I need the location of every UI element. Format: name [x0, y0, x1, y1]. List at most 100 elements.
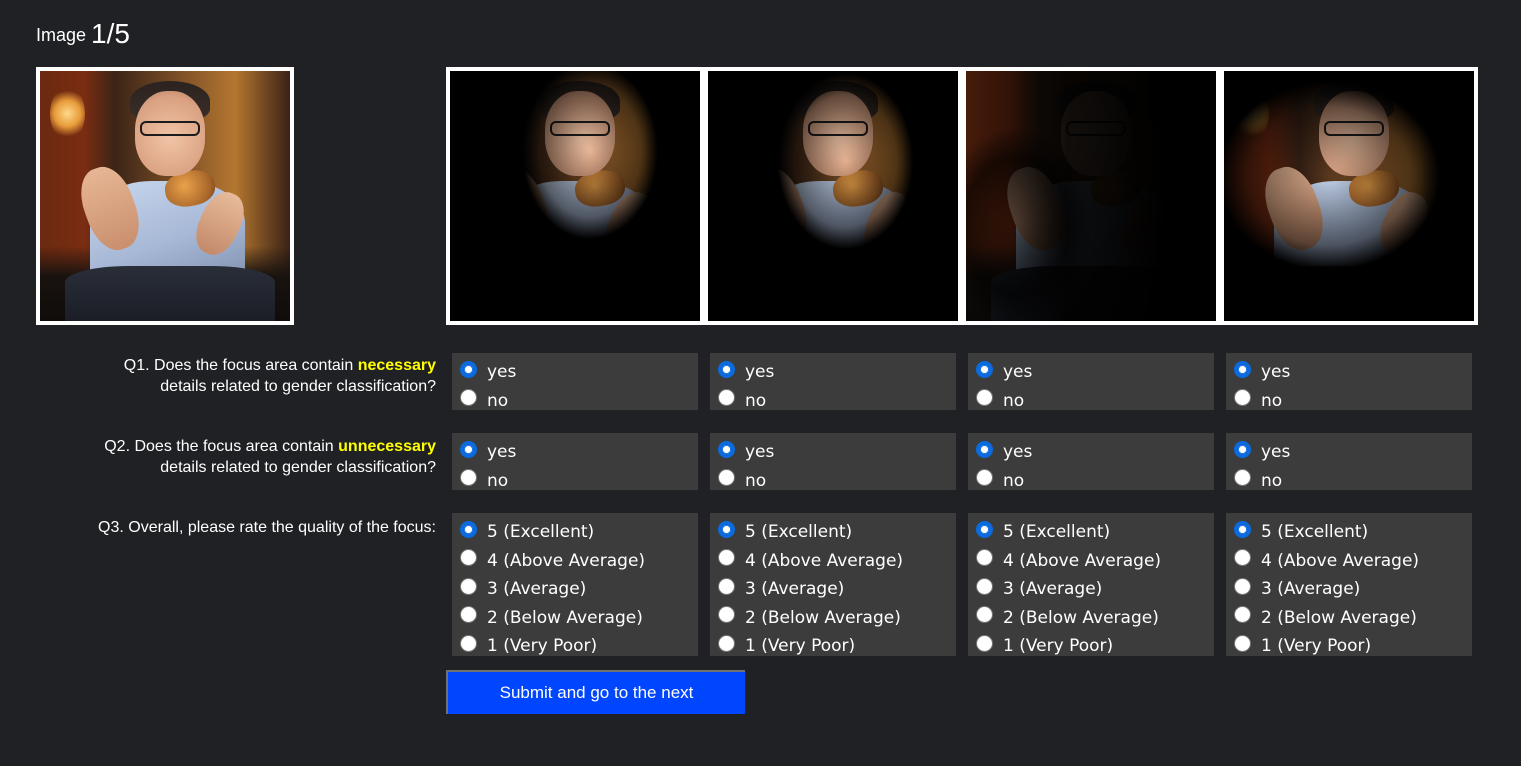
option-label: 4 (Above Average)	[1261, 550, 1420, 571]
radio-button[interactable]	[718, 389, 735, 407]
radio-button[interactable]	[976, 577, 993, 595]
radio-button[interactable]	[460, 469, 477, 487]
q3-option-1-map-2[interactable]: 5 (Excellent)	[718, 518, 956, 547]
q3-options-map-1: 5 (Excellent) 4 (Above Average) 3 (Average…	[452, 513, 698, 656]
radio-button[interactable]	[1234, 520, 1251, 538]
option-label: 5 (Excellent)	[1261, 522, 1369, 543]
image-counter-prefix: Image	[36, 25, 87, 45]
radio-button[interactable]	[1234, 549, 1251, 567]
radio-button[interactable]	[976, 389, 993, 407]
radio-button[interactable]	[460, 549, 477, 567]
submit-button[interactable]: Submit and go to the next	[446, 670, 745, 714]
radio-button[interactable]	[718, 360, 735, 378]
q2-options-map-3: yes no	[968, 433, 1214, 491]
radio-button[interactable]	[976, 549, 993, 567]
q3-option-4-map-4[interactable]: 2 (Below Average)	[1234, 604, 1472, 633]
option-label: 1 (Very Poor)	[1261, 636, 1372, 657]
option-label: 5 (Excellent)	[487, 522, 595, 543]
radio-button[interactable]	[460, 577, 477, 595]
radio-button[interactable]	[718, 520, 735, 538]
q3-option-2-map-4[interactable]: 4 (Above Average)	[1234, 547, 1472, 576]
option-label: 5 (Excellent)	[1003, 522, 1111, 543]
radio-button[interactable]	[976, 520, 993, 538]
radio-button[interactable]	[1234, 360, 1251, 378]
option-label: 1 (Very Poor)	[1003, 636, 1114, 657]
option-label: yes	[487, 362, 517, 383]
radio-button[interactable]	[718, 549, 735, 567]
radio-button[interactable]	[1234, 634, 1251, 652]
option-label: 2 (Below Average)	[745, 607, 901, 628]
q3-option-2-map-3[interactable]: 4 (Above Average)	[976, 547, 1214, 576]
radio-button[interactable]	[460, 360, 477, 378]
q3-option-3-map-2[interactable]: 3 (Average)	[718, 575, 956, 604]
radio-button[interactable]	[976, 469, 993, 487]
option-label: no	[1003, 470, 1025, 491]
q2-option-1-map-3[interactable]: yes	[976, 438, 1214, 467]
q1-options-map-3: yes no	[968, 353, 1214, 411]
radio-button[interactable]	[1234, 606, 1251, 624]
q2-option-2-map-2[interactable]: no	[718, 467, 956, 496]
q3-option-1-map-1[interactable]: 5 (Excellent)	[460, 518, 698, 547]
q1-option-2-map-4[interactable]: no	[1234, 387, 1472, 416]
radio-button[interactable]	[718, 469, 735, 487]
q1-option-1-map-4[interactable]: yes	[1234, 358, 1472, 387]
radio-button[interactable]	[1234, 577, 1251, 595]
q3-option-4-map-1[interactable]: 2 (Below Average)	[460, 604, 698, 633]
q1-option-1-map-1[interactable]: yes	[460, 358, 698, 387]
q3-option-3-map-1[interactable]: 3 (Average)	[460, 575, 698, 604]
option-label: yes	[1003, 362, 1033, 383]
q2-options-map-1: yes no	[452, 433, 698, 491]
q3-option-5-map-3[interactable]: 1 (Very Poor)	[976, 632, 1214, 661]
radio-button[interactable]	[460, 520, 477, 538]
q1-label: Q1. Does the focus area contain necessar…	[36, 355, 436, 397]
option-label: no	[487, 390, 509, 411]
q3-option-5-map-1[interactable]: 1 (Very Poor)	[460, 632, 698, 661]
q2-option-2-map-4[interactable]: no	[1234, 467, 1472, 496]
q2-option-2-map-3[interactable]: no	[976, 467, 1214, 496]
q3-option-4-map-3[interactable]: 2 (Below Average)	[976, 604, 1214, 633]
option-label: 1 (Very Poor)	[487, 636, 598, 657]
radio-button[interactable]	[718, 606, 735, 624]
q2-prefix: Q2. Does the focus area contain	[104, 438, 339, 455]
q2-option-1-map-2[interactable]: yes	[718, 438, 956, 467]
radio-button[interactable]	[1234, 469, 1251, 487]
q2-option-1-map-1[interactable]: yes	[460, 438, 698, 467]
option-label: 3 (Average)	[487, 579, 587, 600]
q3-option-2-map-2[interactable]: 4 (Above Average)	[718, 547, 956, 576]
q2-highlight: unnecessary	[338, 438, 436, 455]
radio-button[interactable]	[1234, 440, 1251, 458]
q1-option-1-map-3[interactable]: yes	[976, 358, 1214, 387]
radio-button[interactable]	[976, 606, 993, 624]
option-label: 3 (Average)	[1261, 579, 1361, 600]
radio-button[interactable]	[976, 634, 993, 652]
radio-button[interactable]	[460, 606, 477, 624]
radio-button[interactable]	[1234, 389, 1251, 407]
radio-button[interactable]	[976, 440, 993, 458]
q3-prefix: Q3. Overall, please rate the quality of …	[98, 519, 436, 536]
q3-option-4-map-2[interactable]: 2 (Below Average)	[718, 604, 956, 633]
q1-option-2-map-3[interactable]: no	[976, 387, 1214, 416]
radio-button[interactable]	[976, 360, 993, 378]
radio-button[interactable]	[718, 440, 735, 458]
focus-map-4	[1220, 67, 1478, 325]
q3-option-2-map-1[interactable]: 4 (Above Average)	[460, 547, 698, 576]
q3-option-3-map-4[interactable]: 3 (Average)	[1234, 575, 1472, 604]
q3-option-5-map-2[interactable]: 1 (Very Poor)	[718, 632, 956, 661]
q1-option-1-map-2[interactable]: yes	[718, 358, 956, 387]
q1-option-2-map-1[interactable]: no	[460, 387, 698, 416]
q3-option-1-map-3[interactable]: 5 (Excellent)	[976, 518, 1214, 547]
radio-button[interactable]	[460, 634, 477, 652]
radio-button[interactable]	[460, 389, 477, 407]
radio-button[interactable]	[460, 440, 477, 458]
radio-button[interactable]	[718, 634, 735, 652]
option-label: no	[487, 470, 509, 491]
q2-suffix: details related to gender classification…	[160, 459, 436, 476]
q2-option-2-map-1[interactable]: no	[460, 467, 698, 496]
q1-option-2-map-2[interactable]: no	[718, 387, 956, 416]
q2-option-1-map-4[interactable]: yes	[1234, 438, 1472, 467]
q3-option-3-map-3[interactable]: 3 (Average)	[976, 575, 1214, 604]
option-label: 4 (Above Average)	[745, 550, 904, 571]
radio-button[interactable]	[718, 577, 735, 595]
q3-option-1-map-4[interactable]: 5 (Excellent)	[1234, 518, 1472, 547]
q3-option-5-map-4[interactable]: 1 (Very Poor)	[1234, 632, 1472, 661]
